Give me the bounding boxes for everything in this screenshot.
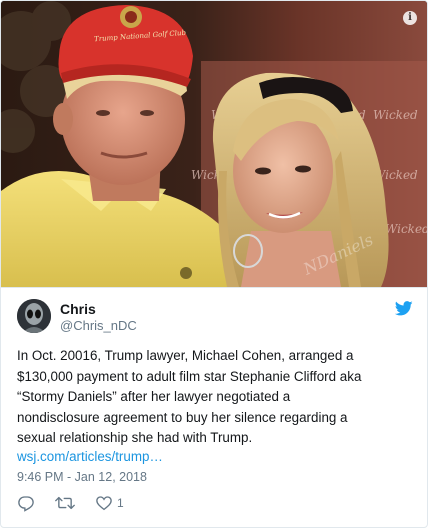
photo-divider (1, 287, 427, 288)
reply-button[interactable] (17, 493, 35, 513)
retweet-icon (55, 496, 75, 510)
banner-logo-6: Wicked (385, 222, 427, 236)
photo-image: Wicked Wicked Wicked Wicked Wicked Wicke… (1, 1, 427, 287)
info-icon[interactable]: i (403, 11, 417, 25)
tweet-photo[interactable]: Wicked Wicked Wicked Wicked Wicked Wicke… (1, 1, 427, 287)
alien-avatar-icon (17, 299, 51, 333)
tweet-actions: 1 (17, 493, 217, 515)
handle[interactable]: @Chris_nDC (60, 318, 137, 334)
reply-icon (18, 496, 34, 512)
banner-logo-3: Wicked (373, 108, 418, 122)
retweet-button[interactable] (55, 493, 75, 513)
twitter-bird-icon[interactable] (394, 301, 413, 316)
like-count: 1 (117, 496, 124, 510)
like-button[interactable]: 1 (95, 493, 124, 513)
tweet-header: Chris @Chris_nDC (17, 299, 413, 335)
author-names: Chris @Chris_nDC (60, 301, 137, 334)
article-link[interactable]: wsj.com/articles/trump… (17, 447, 163, 467)
tweet-timestamp[interactable]: 9:46 PM - Jan 12, 2018 (17, 468, 147, 486)
tweet-card: Wicked Wicked Wicked Wicked Wicked Wicke… (0, 0, 428, 528)
avatar[interactable] (17, 299, 51, 333)
tweet-text: In Oct. 20016, Trump lawyer, Michael Coh… (17, 348, 362, 445)
display-name[interactable]: Chris (60, 301, 137, 318)
heart-icon (96, 496, 112, 511)
